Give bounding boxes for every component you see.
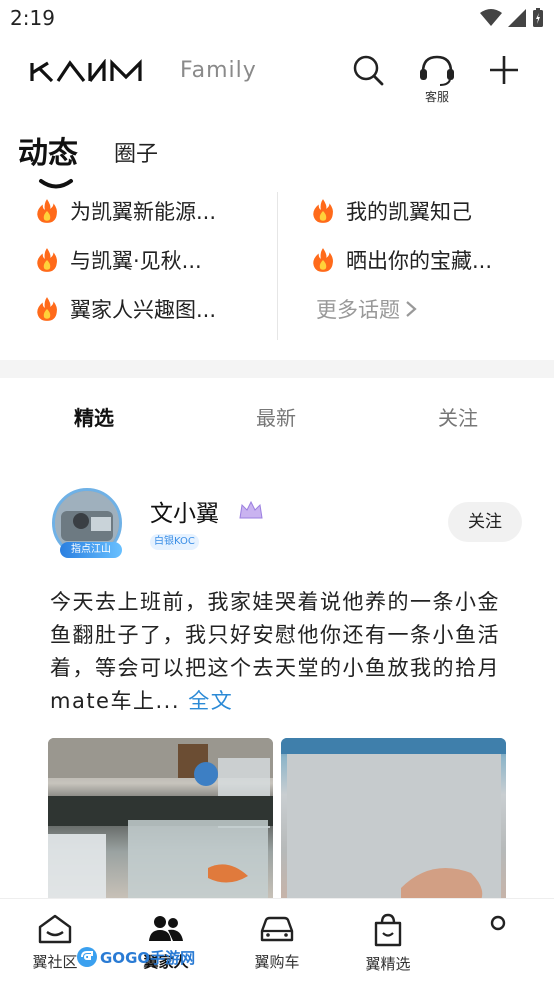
avatar-tag: 指点江山 xyxy=(60,542,122,558)
kaiyi-logo-icon xyxy=(30,58,142,82)
fire-icon xyxy=(37,198,57,223)
gogo-logo-icon xyxy=(77,947,97,967)
topic-list: 为凯翼新能源... 与凯翼·见秋... 翼家人兴趣图... 我的凯翼知己 晒出你… xyxy=(0,186,554,340)
car-icon xyxy=(260,916,294,942)
tab-featured[interactable]: 精选 xyxy=(74,402,114,431)
topic-label: 与凯翼·见秋... xyxy=(70,248,202,273)
topic-item[interactable]: 晒出你的宝藏... xyxy=(310,235,492,284)
more-topics-label: 更多话题 xyxy=(316,297,400,322)
status-time: 2:19 xyxy=(10,6,55,30)
post-image-fish-tank[interactable] xyxy=(48,738,273,900)
post-body[interactable]: 今天去上班前，我家娃哭着说他养的一条小金鱼翻肚子了，我只好安慰他你还有一条小鱼活… xyxy=(50,586,510,718)
topic-item[interactable]: 与凯翼·见秋... xyxy=(34,235,216,284)
author-name[interactable]: 文小翼 xyxy=(150,494,219,528)
topic-item[interactable]: 为凯翼新能源... xyxy=(34,186,216,235)
fire-icon xyxy=(313,198,333,223)
fire-icon xyxy=(313,247,333,272)
bottom-nav: 翼社区 翼家人 翼购车 翼精选 xyxy=(0,898,554,984)
nav-selection[interactable]: 翼精选 xyxy=(348,913,428,974)
fire-icon xyxy=(37,296,57,321)
topic-column-left: 为凯翼新能源... 与凯翼·见秋... 翼家人兴趣图... xyxy=(34,186,216,333)
topic-label: 晒出你的宝藏... xyxy=(346,248,493,273)
add-button[interactable] xyxy=(488,54,520,86)
tab-dongtai[interactable]: 动态 xyxy=(18,128,78,189)
tab-following[interactable]: 关注 xyxy=(438,402,478,431)
section-separator xyxy=(0,360,554,378)
brand-family-text: Family xyxy=(180,58,257,83)
fire-icon xyxy=(37,247,57,272)
top-tabs: 动态 圈子 xyxy=(18,128,158,189)
home-mail-icon xyxy=(38,914,72,944)
nav-profile[interactable] xyxy=(458,913,538,933)
nav-label: 翼购车 xyxy=(254,953,300,971)
nav-buy-car[interactable]: 翼购车 xyxy=(237,913,317,972)
watermark: GOGO手游网 xyxy=(76,946,195,968)
topic-item[interactable]: 翼家人兴趣图... xyxy=(34,284,216,333)
shopping-bag-icon xyxy=(374,913,402,947)
customer-service-button[interactable]: 客服 xyxy=(418,54,456,105)
status-bar: 2:19 xyxy=(0,0,554,38)
topic-label: 我的凯翼知己 xyxy=(346,199,472,224)
more-topics-link[interactable]: 更多话题 xyxy=(310,284,492,333)
topic-divider xyxy=(277,192,278,340)
app-header: Family 客服 xyxy=(0,44,554,108)
nav-label: 翼精选 xyxy=(365,955,411,973)
fish-tank-photo xyxy=(48,738,273,900)
nav-label: 翼社区 xyxy=(32,953,78,971)
follow-button[interactable]: 关注 xyxy=(448,502,522,542)
read-more-link[interactable]: 全文 xyxy=(188,689,233,713)
search-button[interactable] xyxy=(352,54,384,86)
brand-logo: Family xyxy=(30,58,257,83)
users-icon xyxy=(149,916,183,941)
signal-icon xyxy=(508,9,526,27)
plus-icon xyxy=(490,56,518,84)
profile-ring-icon xyxy=(490,915,506,931)
tab-latest[interactable]: 最新 xyxy=(256,402,296,431)
chevron-right-icon xyxy=(406,300,417,317)
topic-item[interactable]: 我的凯翼知己 xyxy=(310,186,492,235)
topic-label: 为凯翼新能源... xyxy=(70,199,217,224)
post-text: 今天去上班前，我家娃哭着说他养的一条小金鱼翻肚子了，我只好安慰他你还有一条小鱼活… xyxy=(50,590,500,713)
crown-badge-icon xyxy=(239,500,263,519)
post-images xyxy=(48,738,506,900)
koc-badge: 白银KOC xyxy=(150,534,199,550)
tab-dongtai-label: 动态 xyxy=(18,136,78,171)
fish-closeup-photo xyxy=(281,738,506,900)
headset-icon xyxy=(420,55,454,86)
tab-quanzi[interactable]: 圈子 xyxy=(114,136,158,172)
watermark-text: GOGO手游网 xyxy=(100,948,196,967)
battery-icon xyxy=(533,8,543,27)
customer-service-label: 客服 xyxy=(424,90,449,104)
post-author: 指点江山 文小翼 白银KOC 关注 xyxy=(52,488,522,560)
search-icon xyxy=(353,55,384,86)
status-icons xyxy=(480,8,544,28)
topic-label: 翼家人兴趣图... xyxy=(70,297,217,322)
topic-column-right: 我的凯翼知己 晒出你的宝藏... 更多话题 xyxy=(310,186,492,333)
wifi-icon xyxy=(480,9,502,26)
post-image-fish[interactable] xyxy=(281,738,506,900)
feed-tabs: 精选 最新 关注 xyxy=(0,378,554,450)
